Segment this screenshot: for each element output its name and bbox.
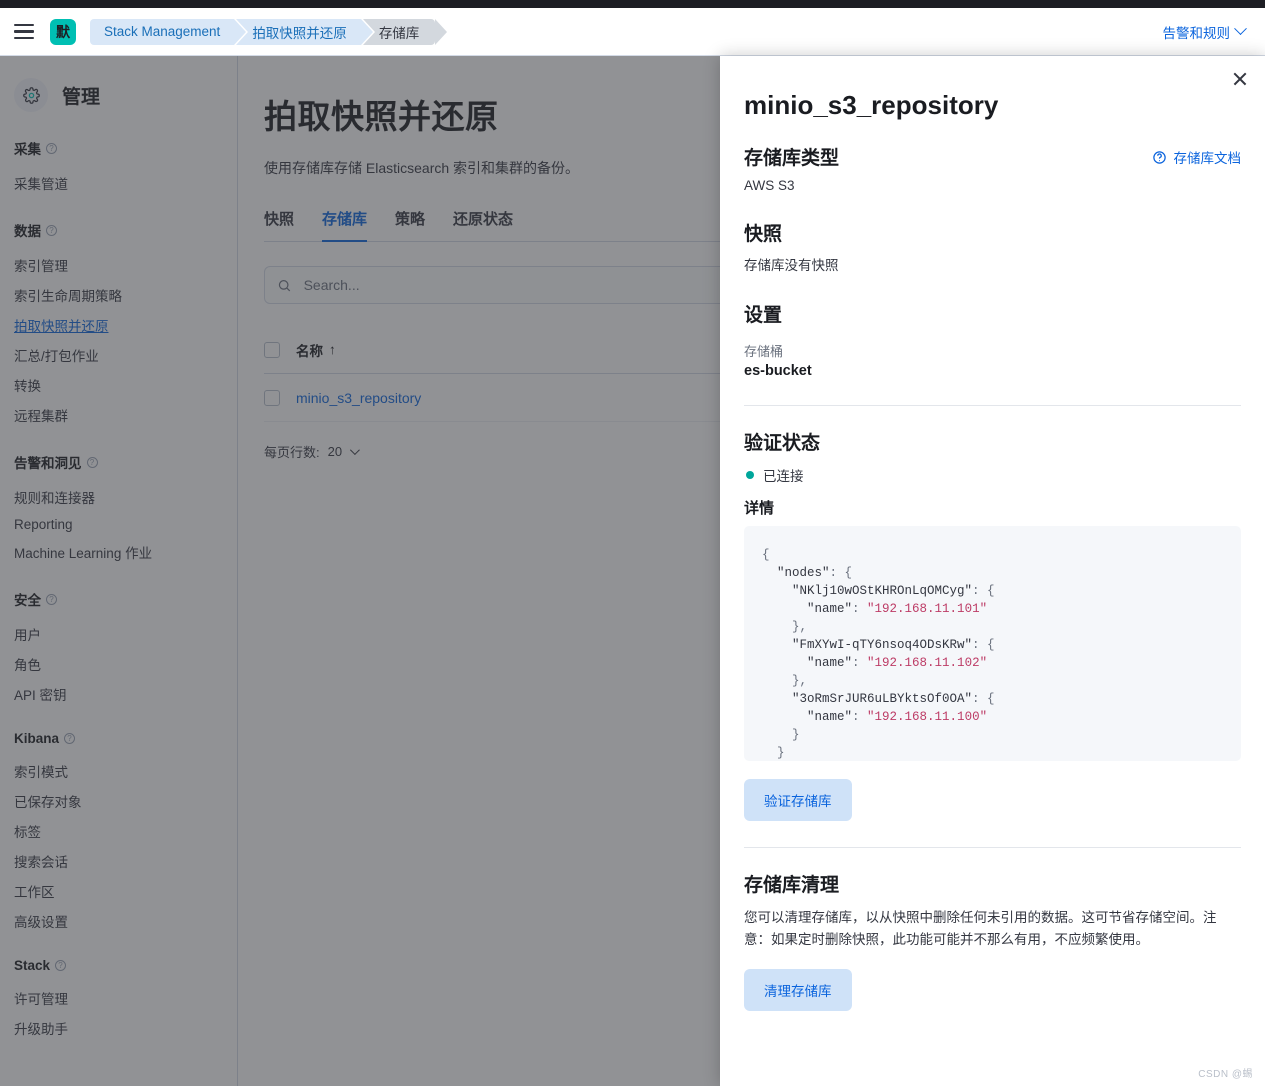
alerts-and-rules-menu[interactable]: 告警和规则 [1163, 22, 1252, 42]
watermark: CSDN @蜴 [1198, 1069, 1253, 1080]
chevron-down-icon [1234, 22, 1247, 36]
top-strip [0, 0, 1265, 8]
bucket-value: es-bucket [744, 363, 812, 379]
global-header: 默 Stack Management 拍取快照并还原 存储库 告警和规则 [0, 8, 1265, 56]
snapshots-empty-message: 存储库没有快照 [744, 258, 839, 273]
repository-type-section: 存储库类型 AWS S3 存储库文档 [744, 143, 1241, 193]
repository-docs-link[interactable]: 存储库文档 [1152, 147, 1242, 167]
breadcrumb: Stack Management 拍取快照并还原 存储库 [90, 18, 447, 45]
status-label: 已连接 [763, 469, 804, 484]
repository-type-value: AWS S3 [744, 178, 795, 193]
close-icon[interactable] [1229, 68, 1251, 90]
details-heading: 详情 [744, 500, 775, 517]
snapshots-heading: 快照 [744, 224, 783, 245]
repository-detail-flyout: minio_s3_repository 存储库类型 AWS S3 存储库文档 快… [720, 56, 1265, 1086]
flyout-overlay-mask[interactable] [0, 56, 720, 1086]
repository-type-heading: 存储库类型 [744, 148, 840, 169]
status-badge: 已连接 [746, 465, 1241, 485]
clean-repository-button[interactable]: 清理存储库 [744, 969, 852, 1011]
bucket-label: 存储桶 [744, 344, 784, 359]
help-circle-icon [1152, 150, 1166, 164]
cleanup-description: 您可以清理存储库，以从快照中删除任何未引用的数据。这可节省存储空间。注意：如果定… [744, 910, 1217, 947]
settings-heading: 设置 [744, 305, 783, 326]
space-badge[interactable]: 默 [50, 18, 76, 45]
status-dot-icon [746, 471, 754, 479]
repository-docs-label: 存储库文档 [1173, 151, 1242, 166]
divider [744, 405, 1241, 406]
flyout-title: minio_s3_repository [744, 90, 999, 120]
divider [744, 847, 1241, 848]
verify-repository-button[interactable]: 验证存储库 [744, 779, 852, 821]
hamburger-icon[interactable] [14, 20, 38, 44]
breadcrumb-item-snapshot-restore[interactable]: 拍取快照并还原 [236, 18, 375, 45]
verification-status-heading: 验证状态 [744, 433, 821, 454]
breadcrumb-item-stack-management[interactable]: Stack Management [90, 18, 249, 45]
cleanup-heading: 存储库清理 [744, 875, 840, 896]
verification-details-json: { "nodes": { "NKlj10wOStKHROnLqOMCyg": {… [744, 526, 1241, 761]
alerts-and-rules-label: 告警和规则 [1162, 25, 1231, 41]
